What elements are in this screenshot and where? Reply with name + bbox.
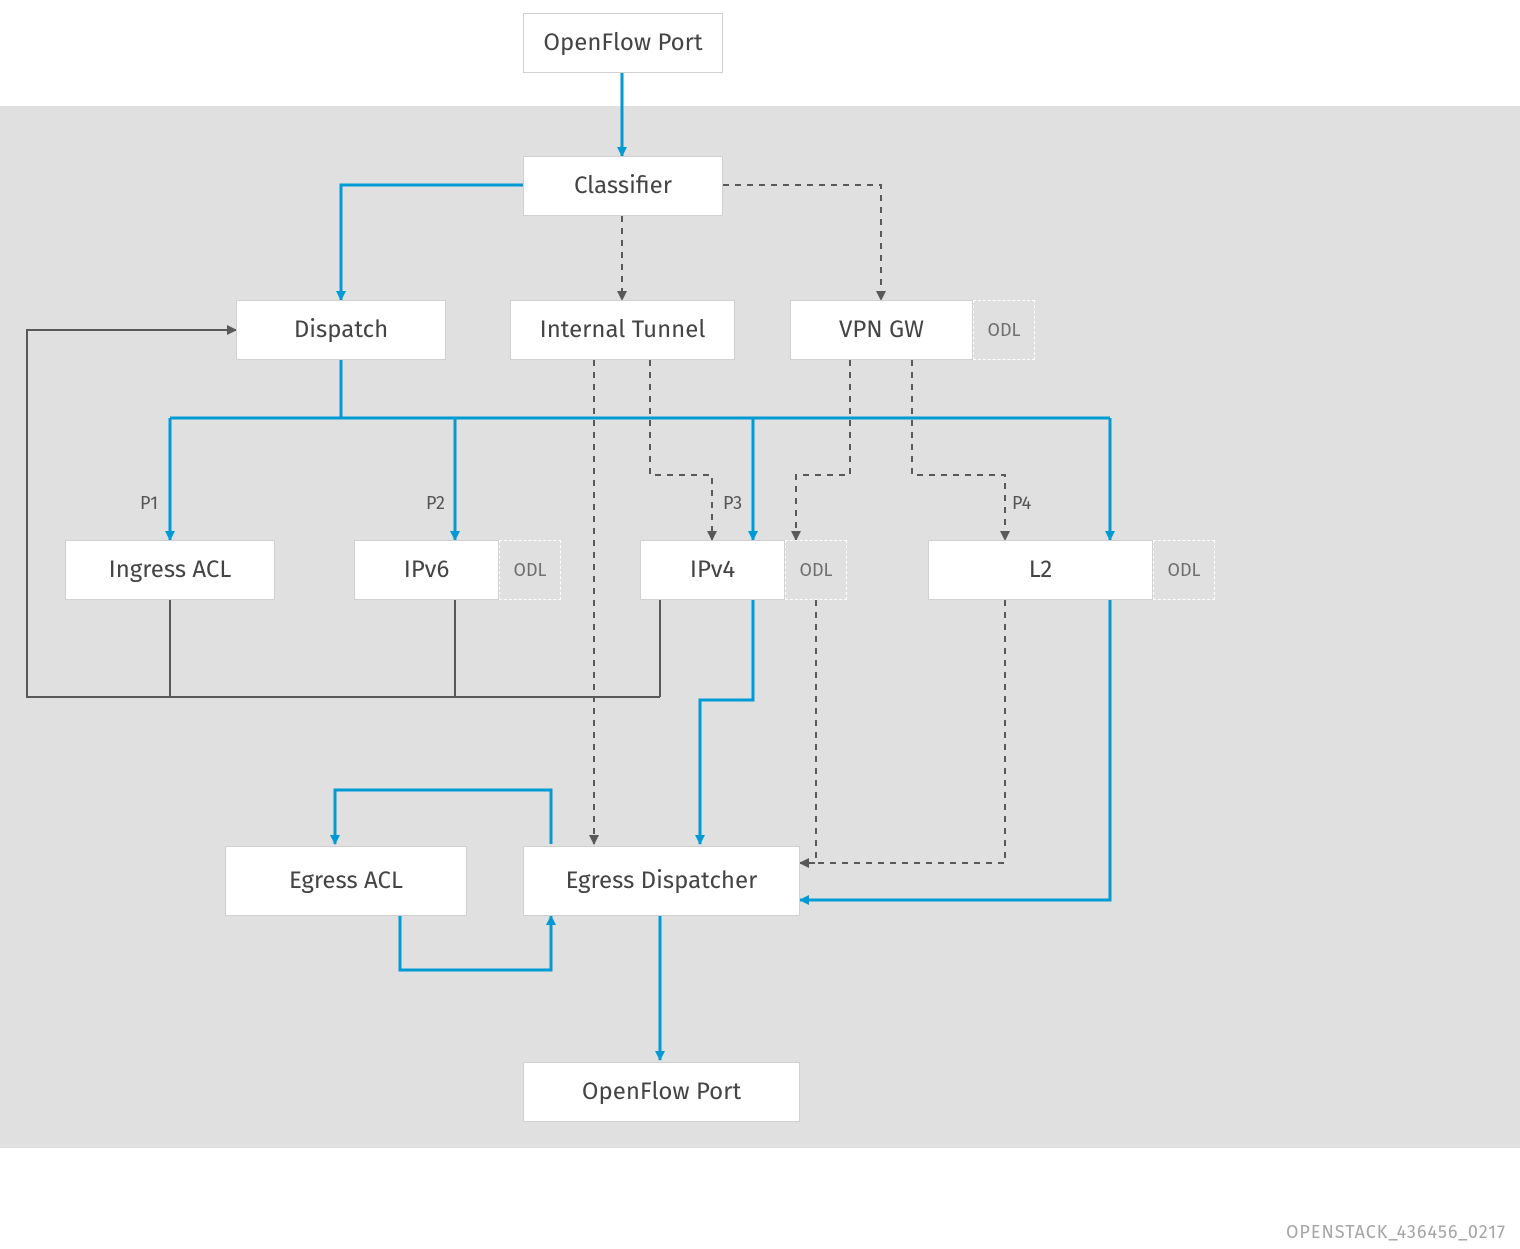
odl-tag-ipv6: ODL bbox=[499, 540, 561, 600]
box-egress-acl: Egress ACL bbox=[225, 846, 467, 916]
box-egress-dispatcher: Egress Dispatcher bbox=[523, 846, 800, 916]
odl-tag-l2: ODL bbox=[1153, 540, 1215, 600]
box-dispatch: Dispatch bbox=[236, 300, 446, 360]
box-ipv6: IPv6 bbox=[354, 540, 499, 600]
label-p4: P4 bbox=[1012, 492, 1031, 514]
label-p3: P3 bbox=[723, 492, 742, 514]
box-openflow-top: OpenFlow Port bbox=[523, 13, 723, 73]
footer-credit: OPENSTACK_436456_0217 bbox=[1286, 1221, 1506, 1243]
box-l2: L2 bbox=[928, 540, 1153, 600]
box-classifier: Classifier bbox=[523, 156, 723, 216]
box-internal-tunnel: Internal Tunnel bbox=[510, 300, 735, 360]
label-p2: P2 bbox=[426, 492, 445, 514]
label-p1: P1 bbox=[140, 492, 158, 514]
box-openflow-bottom: OpenFlow Port bbox=[523, 1062, 800, 1122]
odl-tag-ipv4: ODL bbox=[785, 540, 847, 600]
box-ingress-acl: Ingress ACL bbox=[65, 540, 275, 600]
odl-tag-vpn: ODL bbox=[973, 300, 1035, 360]
box-vpn-gw: VPN GW bbox=[790, 300, 973, 360]
box-ipv4: IPv4 bbox=[640, 540, 785, 600]
